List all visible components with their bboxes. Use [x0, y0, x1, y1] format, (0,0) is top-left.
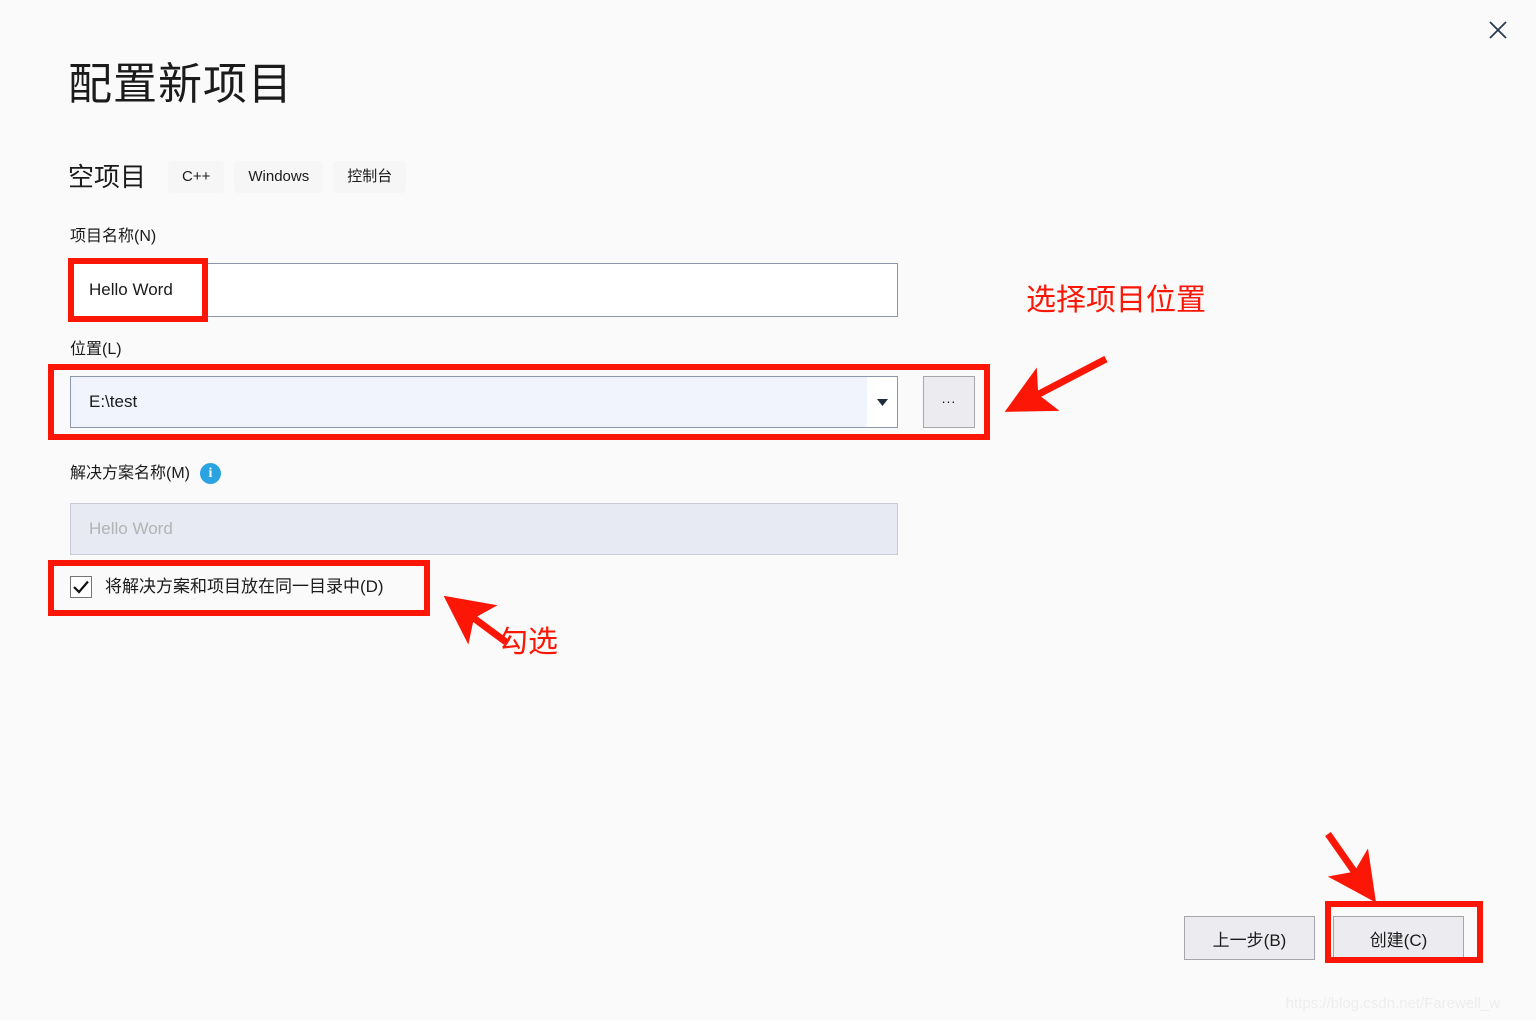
- same-directory-label: 将解决方案和项目放在同一目录中(D): [105, 577, 384, 596]
- info-icon[interactable]: i: [200, 463, 221, 484]
- back-button[interactable]: 上一步(B): [1184, 916, 1315, 960]
- annotation-arrow-to-checkbox: [443, 596, 509, 645]
- annotation-arrow-to-location: [1004, 355, 1108, 412]
- create-button[interactable]: 创建(C): [1333, 916, 1464, 960]
- page-title: 配置新项目: [68, 60, 293, 109]
- solution-name-input[interactable]: [70, 503, 898, 555]
- tag-language: C++: [168, 161, 225, 193]
- same-directory-checkbox-row[interactable]: 将解决方案和项目放在同一目录中(D): [70, 573, 384, 601]
- close-icon[interactable]: [1476, 8, 1520, 52]
- annotation-text-location: 选择项目位置: [1026, 284, 1206, 317]
- annotation-text-checkbox: 勾选: [498, 626, 558, 659]
- checkmark-icon: [73, 580, 89, 594]
- location-label: 位置(L): [70, 341, 122, 358]
- tag-platform: Windows: [234, 161, 324, 193]
- solution-name-label-text: 解决方案名称(M): [70, 464, 190, 482]
- configure-new-project-dialog: 配置新项目 空项目 C++ Windows 控制台 项目名称(N) 位置(L) …: [0, 0, 1536, 1020]
- template-name: 空项目: [68, 162, 147, 192]
- location-input[interactable]: [71, 377, 867, 427]
- browse-folder-button[interactable]: ...: [923, 376, 975, 428]
- same-directory-checkbox[interactable]: [70, 576, 92, 598]
- solution-name-label: 解决方案名称(M) i: [70, 463, 221, 484]
- tag-project-type: 控制台: [333, 161, 407, 193]
- annotation-arrow-to-create-button: [1325, 831, 1377, 903]
- chevron-down-icon[interactable]: [867, 377, 897, 427]
- project-name-input[interactable]: [70, 263, 898, 317]
- project-name-label: 项目名称(N): [70, 228, 157, 245]
- template-summary: 空项目 C++ Windows 控制台: [68, 160, 416, 194]
- watermark: https://blog.csdn.net/Farewell_w: [1285, 995, 1500, 1012]
- location-combobox[interactable]: [70, 376, 898, 428]
